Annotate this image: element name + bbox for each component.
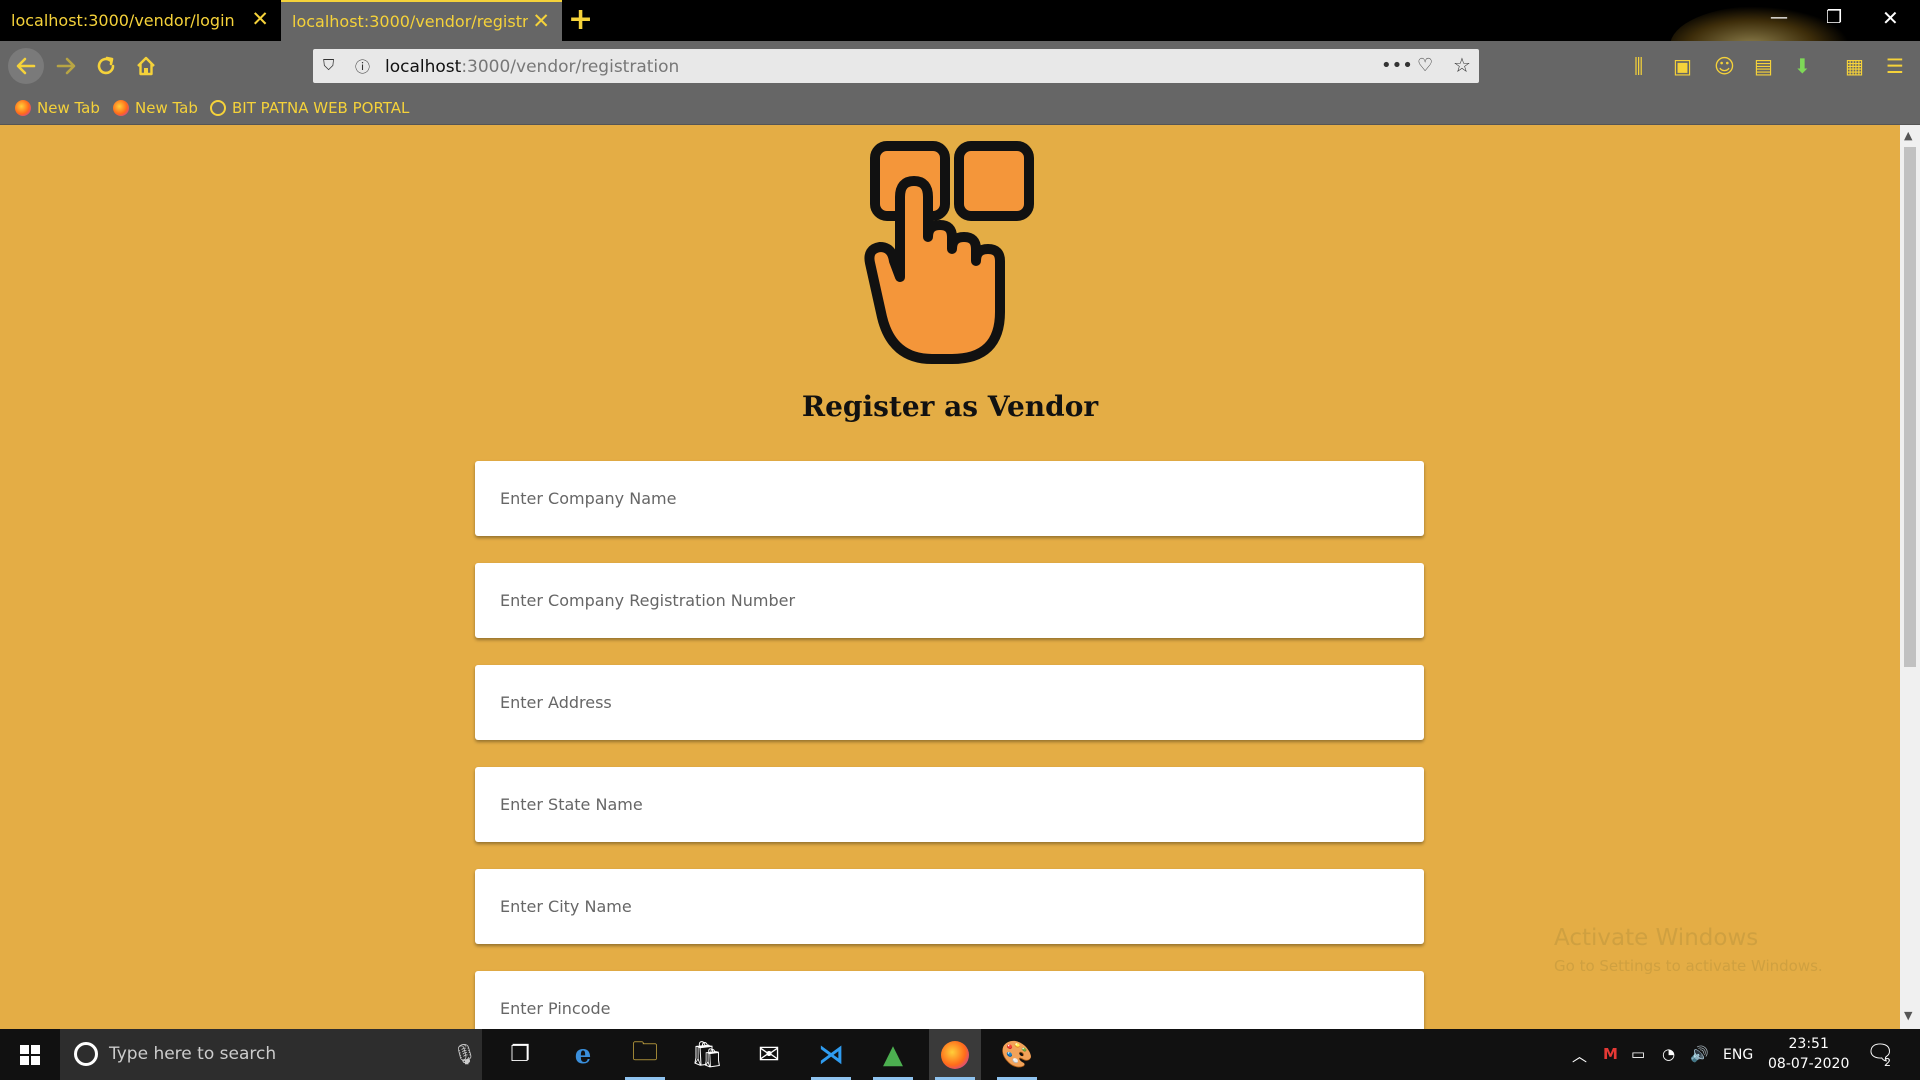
company-name-input[interactable] xyxy=(475,461,1424,536)
extensions-grid-icon[interactable]: ▦ xyxy=(1845,54,1864,78)
state-name-input[interactable] xyxy=(475,767,1424,842)
scroll-thumb[interactable] xyxy=(1904,147,1916,667)
home-button[interactable] xyxy=(130,50,162,82)
taskbar-search-box[interactable]: Type here to search 🎙 xyxy=(60,1029,482,1080)
hamburger-menu-icon[interactable]: ☰ xyxy=(1886,54,1904,78)
address-input[interactable] xyxy=(475,665,1424,740)
tab-vendor-registration[interactable]: localhost:3000/vendor/registration ✕ xyxy=(281,0,562,41)
edge-icon[interactable]: e xyxy=(557,1029,609,1080)
store-icon[interactable]: 🛍 xyxy=(681,1029,733,1080)
site-info-icon[interactable]: ⓘ xyxy=(355,56,370,77)
download-icon[interactable]: ⬇ xyxy=(1794,54,1811,78)
state-name-field[interactable] xyxy=(475,767,1424,842)
company-registration-number-input[interactable] xyxy=(475,563,1424,638)
reader-view-icon[interactable]: ▣ xyxy=(1673,54,1692,78)
watermark-subtitle: Go to Settings to activate Windows. xyxy=(1554,957,1823,975)
page-scrollbar[interactable]: ▲ ▼ xyxy=(1900,125,1920,1029)
scroll-down-icon[interactable]: ▼ xyxy=(1904,1009,1912,1022)
firefox-icon xyxy=(113,100,129,116)
page-actions-icon[interactable]: ••• xyxy=(1381,55,1413,76)
battery-icon[interactable]: ▭ xyxy=(1631,1045,1645,1063)
mongodb-compass-icon[interactable]: ▲ xyxy=(867,1029,919,1080)
reload-icon xyxy=(97,56,115,75)
home-icon xyxy=(137,56,155,76)
firefox-icon xyxy=(941,1040,969,1069)
activate-windows-watermark: Activate Windows Go to Settings to activ… xyxy=(1554,925,1823,975)
windows-logo-icon xyxy=(20,1044,40,1065)
cortana-icon xyxy=(74,1042,98,1066)
pincode-field[interactable] xyxy=(475,971,1424,1029)
tab-vendor-login[interactable]: localhost:3000/vendor/login ✕ xyxy=(0,0,281,41)
search-placeholder: Type here to search xyxy=(109,1044,277,1064)
close-tab-icon[interactable]: ✕ xyxy=(532,11,550,32)
tracking-shield-icon[interactable]: ⛉ xyxy=(323,56,334,74)
company-registration-number-field[interactable] xyxy=(475,563,1424,638)
wifi-icon[interactable]: ◔ xyxy=(1662,1045,1675,1063)
page-title: Register as Vendor xyxy=(801,390,1099,423)
address-field[interactable] xyxy=(475,665,1424,740)
bookmark-label: BIT PATNA WEB PORTAL xyxy=(232,99,410,117)
microphone-icon[interactable]: 🎙 xyxy=(452,1042,477,1066)
bookmark-new-tab-2[interactable]: New Tab xyxy=(113,99,198,117)
url-host: localhost xyxy=(385,57,462,77)
globe-icon xyxy=(210,100,226,116)
bookmark-label: New Tab xyxy=(37,99,100,117)
close-tab-icon[interactable]: ✕ xyxy=(251,9,269,30)
bookmark-star-icon[interactable]: ☆ xyxy=(1453,53,1471,77)
new-tab-button[interactable]: + xyxy=(568,4,593,36)
volume-icon[interactable]: 🔊 xyxy=(1690,1045,1709,1063)
firefox-taskbar-icon[interactable] xyxy=(929,1029,981,1080)
city-name-input[interactable] xyxy=(475,869,1424,944)
bookmark-label: New Tab xyxy=(135,99,198,117)
bookmark-new-tab-1[interactable]: New Tab xyxy=(15,99,100,117)
tab-title: localhost:3000/vendor/login xyxy=(11,11,235,30)
tab-title: localhost:3000/vendor/registration xyxy=(292,12,528,31)
gmail-notifier-icon[interactable]: M xyxy=(1603,1045,1618,1063)
extension-video-icon[interactable]: ▤ xyxy=(1754,54,1773,78)
close-window-icon[interactable]: ✕ xyxy=(1882,6,1899,30)
notification-count: 2 xyxy=(1884,1056,1891,1069)
bookmark-bit-patna[interactable]: BIT PATNA WEB PORTAL xyxy=(210,99,409,117)
clock-time: 23:51 xyxy=(1788,1036,1829,1052)
account-icon[interactable]: ☺ xyxy=(1714,54,1735,78)
watermark-title: Activate Windows xyxy=(1554,925,1759,951)
arrow-left-icon xyxy=(16,57,36,75)
hand-touch-logo-icon xyxy=(864,141,1034,364)
arrow-right-icon xyxy=(56,57,76,75)
file-explorer-icon[interactable]: 🗀 xyxy=(619,1029,671,1080)
city-name-field[interactable] xyxy=(475,869,1424,944)
restore-icon[interactable]: ❐ xyxy=(1826,6,1842,30)
language-indicator[interactable]: ENG xyxy=(1723,1047,1753,1063)
paint-icon[interactable]: 🎨 xyxy=(991,1029,1043,1080)
mail-icon[interactable]: ✉ xyxy=(743,1029,795,1080)
company-name-field[interactable] xyxy=(475,461,1424,536)
url-text[interactable]: localhost:3000/vendor/registration xyxy=(385,57,679,77)
back-button[interactable] xyxy=(8,48,44,84)
pocket-icon[interactable]: ♡ xyxy=(1417,55,1433,76)
bookmarks-toolbar: New Tab New Tab BIT PATNA WEB PORTAL xyxy=(0,91,1920,125)
page-content: Register as Vendor Activate Windows Go t… xyxy=(0,125,1900,1029)
start-button[interactable] xyxy=(0,1029,60,1080)
pincode-input[interactable] xyxy=(475,971,1424,1029)
library-icon[interactable]: ⫼ xyxy=(1634,54,1643,78)
url-path: :3000/vendor/registration xyxy=(461,57,680,77)
address-bar[interactable]: ⛉ ⓘ localhost:3000/vendor/registration •… xyxy=(313,49,1479,83)
system-clock[interactable]: 23:51 08-07-2020 xyxy=(1768,1034,1849,1074)
browser-navigation-bar: ⛉ ⓘ localhost:3000/vendor/registration •… xyxy=(0,41,1920,91)
vscode-icon[interactable]: ⋊ xyxy=(805,1029,857,1080)
windows-taskbar: Type here to search 🎙 ❐ e 🗀 🛍 ✉ ⋊ ▲ 🎨 ︿ … xyxy=(0,1029,1920,1080)
scroll-up-icon[interactable]: ▲ xyxy=(1904,129,1912,142)
reload-button[interactable] xyxy=(90,50,122,82)
browser-tab-bar: localhost:3000/vendor/login ✕ localhost:… xyxy=(0,0,1920,86)
show-hidden-icons-icon[interactable]: ︿ xyxy=(1572,1045,1587,1066)
firefox-icon xyxy=(15,100,31,116)
forward-button[interactable] xyxy=(50,50,82,82)
minimize-icon[interactable]: — xyxy=(1770,6,1788,30)
task-view-icon[interactable]: ❐ xyxy=(494,1029,546,1080)
clock-date: 08-07-2020 xyxy=(1768,1056,1850,1072)
